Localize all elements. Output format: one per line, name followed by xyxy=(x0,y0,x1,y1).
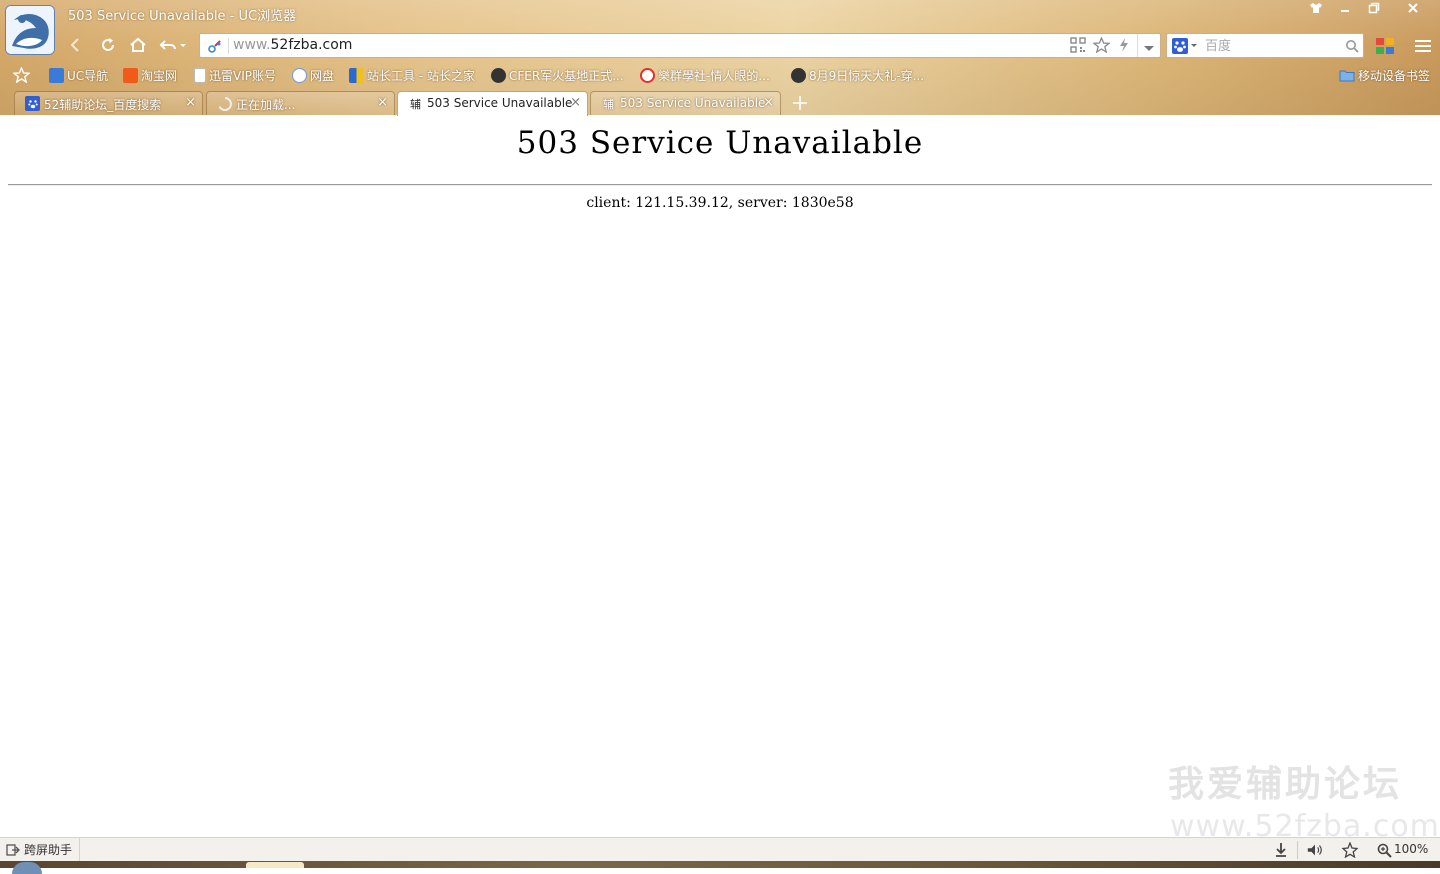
app-center-icon[interactable] xyxy=(1373,35,1397,57)
bookmark-mobile-folder[interactable]: 移动设备书签 xyxy=(1339,66,1430,84)
bookmark-label: 樂群學社-情人眼的... xyxy=(658,68,770,83)
extension-icon[interactable] xyxy=(1341,841,1359,859)
error-heading: 503 Service Unavailable xyxy=(516,125,924,161)
tab-label: 503 Service Unavailable xyxy=(427,96,573,110)
watermark-text: 我爱辅助论坛 xyxy=(1168,764,1403,805)
lightning-icon[interactable] xyxy=(1118,37,1130,56)
search-icon[interactable] xyxy=(1345,39,1359,56)
bookmark-label: CFER军火基地正式... xyxy=(509,68,624,83)
zoom-level[interactable]: 100% xyxy=(1394,842,1428,856)
bookmark-label: 网盘 xyxy=(310,68,335,83)
baidu-netdisk-icon xyxy=(292,67,307,83)
search-input[interactable] xyxy=(1203,35,1347,57)
skin-icon[interactable] xyxy=(1303,0,1329,22)
gift-site-icon xyxy=(791,67,806,83)
tab-503-active[interactable]: 辅 503 Service Unavailable × xyxy=(397,91,588,116)
folder-icon xyxy=(1339,70,1355,81)
bookmark-label: 移动设备书签 xyxy=(1358,68,1431,83)
bookmark-label: 8月9日惊天大礼-穿... xyxy=(809,68,925,83)
uc-browser-logo[interactable] xyxy=(5,5,55,55)
uc-nav-icon xyxy=(49,67,64,83)
taobao-icon xyxy=(123,67,138,83)
baidu-paw-icon xyxy=(25,96,40,111)
start-button[interactable] xyxy=(12,862,42,874)
error-detail: client: 121.15.39.12, server: 1830e58 xyxy=(586,195,854,211)
refresh-icon[interactable] xyxy=(96,34,120,56)
bookmark-uc-nav[interactable]: UC导航 xyxy=(49,66,108,84)
loading-spinner-icon xyxy=(217,96,232,111)
tab-503[interactable]: 辅 503 Service Unavailable × xyxy=(590,91,781,115)
bookmarks-bar: UC导航 淘宝网 迅雷VIP账号 网盘 站长工具 - 站长之家 CFER军火基地… xyxy=(0,64,1440,86)
address-text[interactable]: www.52fzba.com xyxy=(233,37,352,53)
address-bar[interactable]: www.52fzba.com xyxy=(199,33,1161,58)
menu-icon[interactable] xyxy=(1411,35,1435,57)
cross-screen-icon xyxy=(6,843,20,856)
weibo-icon xyxy=(640,67,655,83)
qr-code-icon[interactable] xyxy=(1070,37,1086,56)
download-icon[interactable] xyxy=(1272,841,1290,859)
cross-screen-label: 跨屏助手 xyxy=(24,843,73,857)
close-tab-icon[interactable]: × xyxy=(570,95,581,110)
chinaz-icon xyxy=(349,67,364,83)
site-favicon-icon: 辅 xyxy=(603,97,614,111)
close-window-icon[interactable] xyxy=(1400,0,1426,22)
home-icon[interactable] xyxy=(126,34,150,56)
status-bar: 跨屏助手 100% xyxy=(0,837,1440,861)
volume-icon[interactable] xyxy=(1306,841,1324,859)
cross-screen-helper-button[interactable]: 跨屏助手 xyxy=(0,838,80,861)
bookmark-chinaz[interactable]: 站长工具 - 站长之家 xyxy=(349,66,475,84)
address-dropdown-icon[interactable] xyxy=(1143,42,1155,56)
favorite-star-icon[interactable] xyxy=(1092,36,1111,56)
bookmark-label: UC导航 xyxy=(67,68,109,83)
close-tab-icon[interactable]: × xyxy=(377,95,388,110)
os-taskbar xyxy=(0,861,1440,874)
site-security-icon xyxy=(207,38,223,57)
undo-close-icon[interactable] xyxy=(158,34,188,56)
bookmark-netdisk[interactable]: 网盘 xyxy=(292,66,334,84)
window-title: 503 Service Unavailable - UC浏览器 xyxy=(68,9,297,24)
site-favicon-icon: 辅 xyxy=(410,97,421,111)
new-tab-icon[interactable] xyxy=(790,93,810,116)
zoom-icon[interactable] xyxy=(1375,841,1393,859)
tab-loading[interactable]: 正在加载... × xyxy=(206,91,395,115)
bookmark-label: 迅雷VIP账号 xyxy=(209,68,276,83)
close-tab-icon[interactable]: × xyxy=(185,95,196,110)
bookmark-taobao[interactable]: 淘宝网 xyxy=(123,66,177,84)
bookmark-label: 淘宝网 xyxy=(141,68,178,83)
bookmark-cfer[interactable]: CFER军火基地正式... xyxy=(491,66,624,84)
search-box[interactable] xyxy=(1166,33,1364,58)
tab-label: 503 Service Unavailable xyxy=(620,96,766,110)
baidu-paw-icon[interactable] xyxy=(1172,38,1198,57)
back-icon[interactable] xyxy=(63,34,87,56)
bookmark-label: 站长工具 - 站长之家 xyxy=(367,68,475,83)
divider xyxy=(8,184,1432,186)
taskbar-app-item[interactable] xyxy=(246,862,304,868)
cfer-icon xyxy=(491,67,506,83)
minimize-icon[interactable] xyxy=(1332,0,1358,22)
tab-baidu-search[interactable]: 52辅助论坛_百度搜索 × xyxy=(14,91,203,115)
tab-label: 52辅助论坛_百度搜索 xyxy=(44,98,162,112)
close-tab-icon[interactable]: × xyxy=(763,95,774,110)
bookmark-xunlei-vip[interactable]: 迅雷VIP账号 xyxy=(194,66,276,84)
restore-icon[interactable] xyxy=(1361,0,1387,22)
bookmark-star-icon[interactable] xyxy=(13,66,30,84)
page-content: 503 Service Unavailable client: 121.15.3… xyxy=(0,115,1440,844)
page-icon xyxy=(194,67,206,83)
tab-label: 正在加载... xyxy=(236,98,296,112)
bookmark-gift[interactable]: 8月9日惊天大礼-穿... xyxy=(791,66,924,84)
bookmark-weibo[interactable]: 樂群學社-情人眼的... xyxy=(640,66,770,84)
